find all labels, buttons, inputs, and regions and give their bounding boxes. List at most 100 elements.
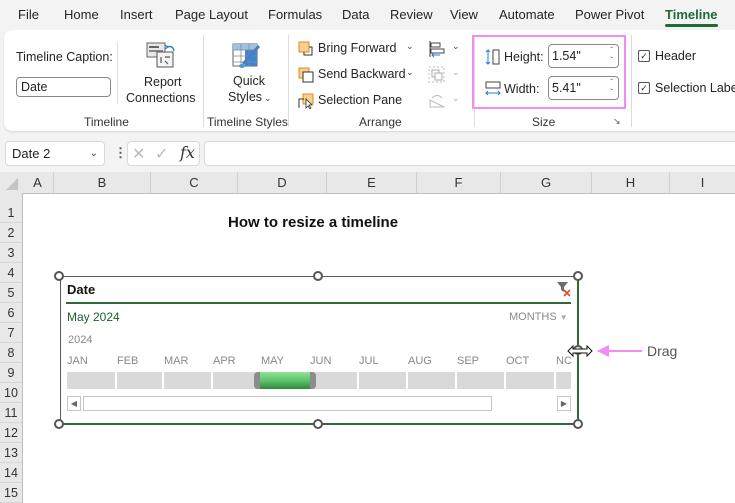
tab-power-pivot[interactable]: Power Pivot xyxy=(575,7,644,22)
timeline-year-label: 2024 xyxy=(68,334,93,346)
row-header[interactable]: 11 xyxy=(0,403,22,423)
tab-review[interactable]: Review xyxy=(390,7,433,22)
row-header[interactable]: 9 xyxy=(0,363,22,383)
send-backward-button[interactable]: Send Backward ⌄ xyxy=(298,66,418,84)
bring-forward-button[interactable]: Bring Forward ⌄ xyxy=(298,40,418,58)
column-header[interactable]: E xyxy=(327,172,417,193)
month-label: JAN xyxy=(67,355,88,367)
enter-icon[interactable]: ✓ xyxy=(155,144,168,164)
excel-window: File Home Insert Page Layout Formulas Da… xyxy=(0,0,735,503)
column-header[interactable]: B xyxy=(54,172,151,193)
more-options-icon[interactable]: ⋮ xyxy=(114,145,127,161)
selection-label-checkbox[interactable]: ✓ xyxy=(638,82,650,94)
header-checkbox-label: Header xyxy=(655,49,696,63)
dialog-launcher-icon[interactable]: ↘ xyxy=(613,116,621,127)
formula-buttons: ✕ ✓ fx xyxy=(127,141,200,166)
resize-handle-bottom-right[interactable] xyxy=(573,419,583,429)
quick-styles-icon xyxy=(232,43,261,68)
left-resize-handle[interactable] xyxy=(254,372,260,389)
month-label: JUN xyxy=(310,355,332,367)
selection-pane-button[interactable]: Selection Pane xyxy=(298,92,418,110)
drag-arrow-icon xyxy=(597,345,642,357)
rotate-button[interactable]: ⌄ xyxy=(428,92,464,110)
separator xyxy=(203,35,204,127)
timeline-scrollbar[interactable]: ◀ ▶ xyxy=(67,396,571,412)
tab-timeline[interactable]: Timeline xyxy=(665,7,718,27)
separator xyxy=(117,42,118,104)
name-box[interactable]: Date 2 ⌄ xyxy=(5,141,105,166)
month-label: FEB xyxy=(117,355,139,367)
right-resize-handle[interactable] xyxy=(310,372,316,389)
month-label: MAY xyxy=(261,355,285,367)
row-header[interactable]: 3 xyxy=(0,243,22,263)
row-header[interactable]: 5 xyxy=(0,283,22,303)
month-divider xyxy=(115,372,117,389)
clear-filter-icon[interactable] xyxy=(556,281,572,297)
month-divider xyxy=(162,372,164,389)
chevron-down-icon[interactable]: ⌄ xyxy=(90,142,98,165)
column-header[interactable]: F xyxy=(417,172,501,193)
column-header[interactable]: D xyxy=(238,172,327,193)
header-checkbox[interactable]: ✓ xyxy=(638,50,650,62)
timeline-track[interactable] xyxy=(67,372,571,389)
align-button[interactable]: ⌄ xyxy=(428,40,464,58)
row-header[interactable]: 14 xyxy=(0,463,22,483)
column-header[interactable]: C xyxy=(151,172,238,193)
month-divider xyxy=(406,372,408,389)
group-icon xyxy=(428,66,445,83)
insert-function-icon[interactable]: fx xyxy=(180,143,195,162)
timeline-selection-bar[interactable] xyxy=(254,372,316,389)
row-header[interactable]: 1 xyxy=(0,203,22,223)
scroll-thumb[interactable] xyxy=(83,396,492,411)
row-header[interactable]: 15 xyxy=(0,483,22,503)
resize-handle-top-left[interactable] xyxy=(54,271,64,281)
tab-view[interactable]: View xyxy=(450,7,478,22)
align-icon xyxy=(429,41,445,58)
group-label-size: Size xyxy=(532,115,556,129)
resize-handle-bottom-left[interactable] xyxy=(54,419,64,429)
formula-input[interactable] xyxy=(204,141,735,166)
scroll-right-icon[interactable]: ▶ xyxy=(557,396,571,411)
report-connections-button[interactable]: Report Connections xyxy=(122,36,198,108)
column-header[interactable]: H xyxy=(592,172,670,193)
tab-home[interactable]: Home xyxy=(64,7,99,22)
group-label-timeline-styles: Timeline Styles xyxy=(207,115,288,129)
row-header[interactable]: 4 xyxy=(0,263,22,283)
row-header[interactable]: 10 xyxy=(0,383,22,403)
chevron-down-icon: ⌄ xyxy=(406,41,414,51)
quick-styles-button[interactable]: Quick Styles ⌄ xyxy=(214,36,280,108)
column-header[interactable]: G xyxy=(501,172,592,193)
resize-handle-top-right[interactable] xyxy=(573,271,583,281)
tab-insert[interactable]: Insert xyxy=(120,7,153,22)
resize-handle-bottom[interactable] xyxy=(313,419,323,429)
horizontal-resize-cursor-icon xyxy=(567,344,593,358)
report-connections-label-1: Report xyxy=(144,75,182,89)
column-header[interactable]: A xyxy=(22,172,54,193)
row-header[interactable]: 7 xyxy=(0,323,22,343)
group-label-arrange: Arrange xyxy=(359,115,402,129)
tab-formulas[interactable]: Formulas xyxy=(268,7,322,22)
row-header[interactable]: 2 xyxy=(0,223,22,243)
row-header[interactable]: 6 xyxy=(0,303,22,323)
tab-file[interactable]: File xyxy=(18,7,39,22)
row-header[interactable]: 8 xyxy=(0,343,22,363)
column-header[interactable]: I xyxy=(670,172,735,193)
chevron-down-icon: ⌄ xyxy=(452,93,460,103)
tab-data[interactable]: Data xyxy=(342,7,369,22)
month-divider xyxy=(504,372,506,389)
resize-handle-top[interactable] xyxy=(313,271,323,281)
scroll-left-icon[interactable]: ◀ xyxy=(67,396,81,411)
time-level-value: MONTHS xyxy=(509,311,557,323)
row-header[interactable]: 12 xyxy=(0,423,22,443)
tab-automate[interactable]: Automate xyxy=(499,7,555,22)
row-header[interactable]: 13 xyxy=(0,443,22,463)
select-all-icon[interactable] xyxy=(6,178,18,190)
tab-page-layout[interactable]: Page Layout xyxy=(175,7,248,22)
timeline-caption-input[interactable]: Date xyxy=(16,77,111,97)
bring-forward-label: Bring Forward xyxy=(318,41,397,55)
rotate-icon xyxy=(429,95,445,108)
time-level-dropdown[interactable]: MONTHS ▼ xyxy=(509,311,568,323)
timeline-header-divider xyxy=(66,302,571,304)
cancel-icon[interactable]: ✕ xyxy=(132,144,145,164)
group-button[interactable]: ⌄ xyxy=(428,66,464,84)
